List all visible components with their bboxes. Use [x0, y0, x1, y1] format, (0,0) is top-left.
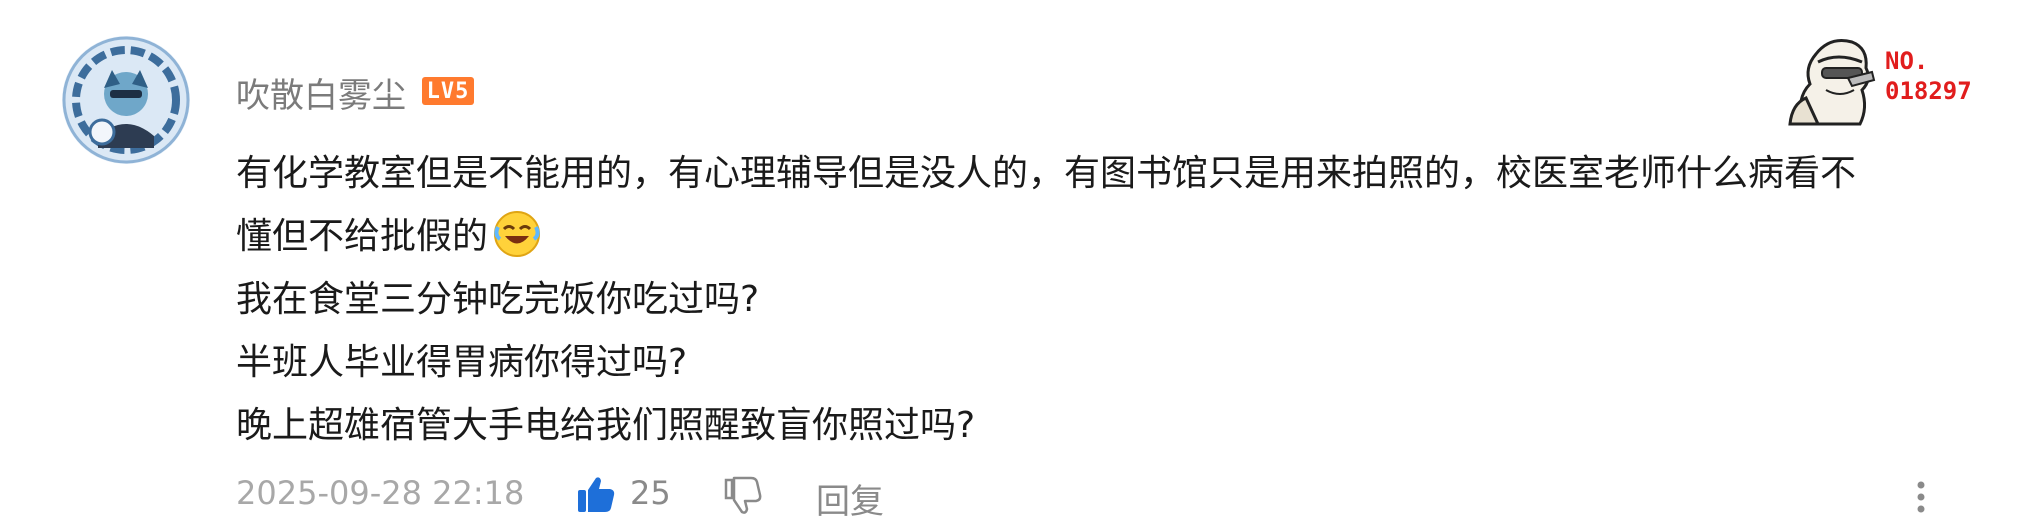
level-badge: LV5 — [422, 77, 474, 105]
comment-line-text: 懂但不给批假的 — [236, 216, 489, 257]
level-label: LV5 — [426, 78, 470, 104]
like-count: 25 — [630, 474, 671, 512]
comment-line: 有化学教室但是不能用的，有心理辅导但是没人的，有图书馆只是用来拍照的，校医室老师… — [236, 153, 1857, 194]
thumbs-up-icon[interactable] — [576, 474, 616, 514]
fan-badge-line2: 018297 — [1885, 77, 1972, 105]
more-vertical-icon[interactable] — [1914, 480, 1928, 514]
thumbs-down-icon[interactable] — [722, 476, 762, 516]
reply-button[interactable]: 回复 — [816, 474, 884, 523]
comment-timestamp: 2025-09-28 22:18 — [236, 474, 525, 512]
fan-badge-line1: NO. — [1885, 47, 1929, 75]
comment-line-with-emoji: 懂但不给批假的 — [236, 205, 2016, 268]
comment-line: 晚上超雄宿管大手电给我们照醒致盲你照过吗? — [236, 405, 976, 446]
avatar[interactable] — [62, 36, 190, 164]
comment-body: 有化学教室但是不能用的，有心理辅导但是没人的，有图书馆只是用来拍照的，校医室老师… — [236, 142, 2016, 457]
laughing-emoji-icon — [492, 209, 542, 259]
comment-line: 半班人毕业得胃病你得过吗? — [236, 342, 688, 383]
fan-badge-number: NO. 018297 — [1885, 46, 1972, 106]
comment-line: 我在食堂三分钟吃完饭你吃过吗? — [236, 279, 760, 320]
comment-footer: 2025-09-28 22:18 25 回复 — [0, 474, 2032, 524]
username[interactable]: 吹散白雾尘 — [236, 68, 406, 117]
